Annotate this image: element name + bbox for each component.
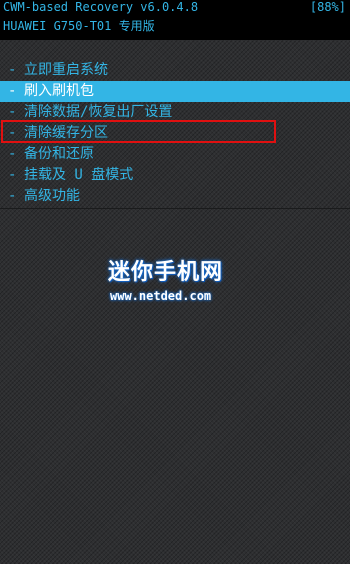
menu-item-label: 挂载及 U 盘模式 bbox=[24, 167, 134, 183]
menu-item-label: 高级功能 bbox=[24, 188, 80, 204]
menu-item-label: 备份和还原 bbox=[24, 146, 94, 162]
menu-item-dash: - bbox=[8, 62, 17, 78]
menu-item-install-zip[interactable]: - 刷入刷机包 bbox=[0, 81, 350, 102]
recovery-header: CWM-based Recovery v6.0.4.8 [88%] HUAWEI… bbox=[0, 0, 350, 40]
menu-item-reboot-system[interactable]: - 立即重启系统 bbox=[0, 60, 350, 81]
device-model-text: HUAWEI G750-T01 专用版 bbox=[3, 19, 155, 33]
menu-item-label: 清除数据/恢复出厂设置 bbox=[24, 104, 173, 120]
menu-item-dash: - bbox=[8, 188, 17, 204]
menu-item-advanced[interactable]: - 高级功能 bbox=[0, 186, 350, 207]
battery-level-text: [88%] bbox=[309, 0, 346, 14]
watermark-url-text: www.netded.com bbox=[110, 289, 212, 303]
watermark-logo-text: 迷你手机网 bbox=[108, 260, 224, 285]
menu-item-backup-restore[interactable]: - 备份和还原 bbox=[0, 144, 350, 165]
menu-item-label: 立即重启系统 bbox=[24, 62, 108, 78]
highlight-annotation-box bbox=[1, 120, 276, 143]
menu-item-label: 刷入刷机包 bbox=[24, 83, 94, 99]
menu-divider bbox=[0, 208, 350, 209]
menu-item-dash: - bbox=[8, 167, 17, 183]
recovery-version-text: CWM-based Recovery v6.0.4.8 bbox=[3, 0, 199, 14]
menu-item-mounts-usb-storage[interactable]: - 挂载及 U 盘模式 bbox=[0, 165, 350, 186]
menu-item-dash: - bbox=[8, 83, 17, 99]
menu-item-dash: - bbox=[8, 146, 17, 162]
